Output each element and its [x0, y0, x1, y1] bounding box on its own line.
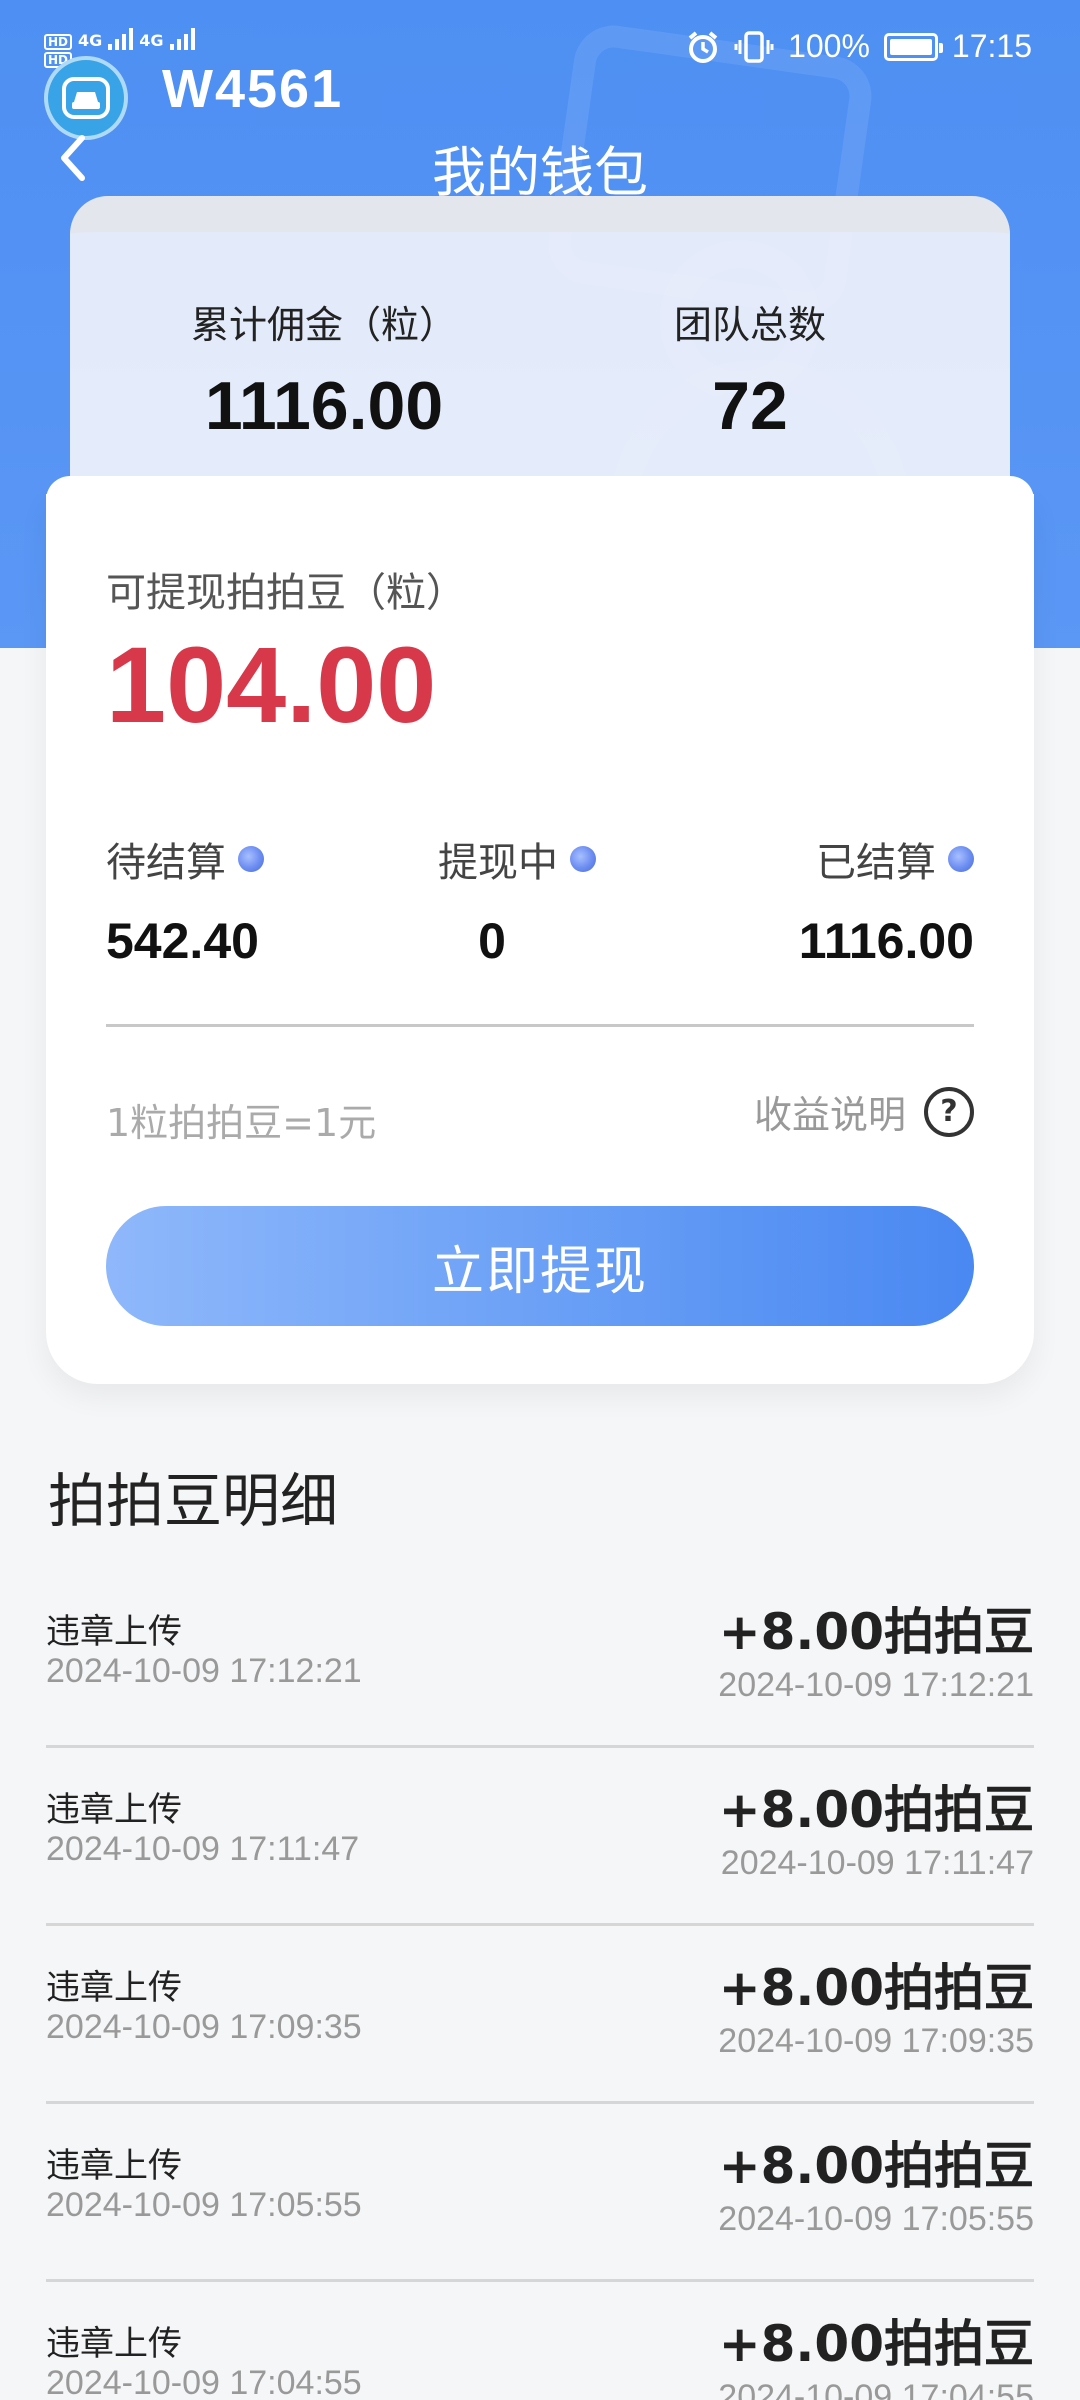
record-amount: +8.00拍拍豆	[718, 1603, 1034, 1661]
exchange-rate-text: 1粒拍拍豆=1元	[106, 1101, 377, 1145]
clock: 17:15	[951, 28, 1032, 64]
record-amount: +8.00拍拍豆	[718, 2315, 1034, 2373]
record-time: 2024-10-09 17:12:21	[46, 1652, 362, 1690]
network-type: 4G	[139, 31, 164, 50]
income-info-link[interactable]: 收益说明 ?	[754, 1084, 974, 1139]
record-type: 违章上传	[46, 1790, 182, 1830]
record-time: 2024-10-09 17:11:47	[46, 1830, 360, 1868]
record-type: 违章上传	[46, 2324, 182, 2364]
record-time-right: 2024-10-09 17:11:47	[720, 1844, 1034, 1882]
withdrawing-value: 0	[478, 913, 506, 969]
record-amount: +8.00拍拍豆	[718, 1959, 1034, 2017]
withdrawable-amount: 104.00	[106, 624, 437, 745]
record-time-right: 2024-10-09 17:12:21	[718, 1666, 1034, 1704]
pending-label: 待结算	[106, 840, 226, 886]
details-title: 拍拍豆明细	[48, 1467, 339, 1535]
license-plate: W4561	[162, 59, 344, 119]
coin-icon	[238, 846, 264, 872]
summary-card: 累计佣金（粒） 1116.00 团队总数 72	[70, 196, 1010, 496]
record-time: 2024-10-09 17:09:35	[46, 2008, 362, 2046]
list-item[interactable]: 违章上传 2024-10-09 17:05:55 +8.00拍拍豆 2024-1…	[46, 2104, 1034, 2282]
status-right: 100% 17:15	[686, 28, 1032, 65]
record-time: 2024-10-09 17:04:55	[46, 2364, 362, 2400]
income-info-label: 收益说明	[753, 1093, 906, 1137]
withdraw-button[interactable]: 立即提现	[106, 1206, 974, 1326]
team-total-label: 团队总数	[673, 303, 826, 347]
pending-settlement: 待结算 542.40	[106, 830, 264, 970]
list-item[interactable]: 违章上传 2024-10-09 17:11:47 +8.00拍拍豆 2024-1…	[46, 1748, 1034, 1926]
list-item[interactable]: 违章上传 2024-10-09 17:12:21 +8.00拍拍豆 2024-1…	[46, 1570, 1034, 1748]
list-item[interactable]: 违章上传 2024-10-09 17:04:55 +8.00拍拍豆 2024-1…	[46, 2282, 1034, 2400]
divider	[106, 1024, 974, 1027]
record-time-right: 2024-10-09 17:09:35	[718, 2022, 1034, 2060]
vibrate-icon	[734, 30, 774, 63]
network-type: 4G	[78, 31, 103, 50]
settled-value: 1116.00	[798, 913, 974, 969]
battery-percent: 100%	[788, 28, 870, 64]
record-type: 违章上传	[46, 1612, 182, 1652]
wallet-card: 可提现拍拍豆（粒） 104.00 待结算 542.40 提现中 0 已结算 11…	[46, 476, 1034, 1384]
withdrawing-label: 提现中	[438, 840, 558, 886]
withdrawable-label: 可提现拍拍豆（粒）	[106, 570, 466, 616]
record-amount: +8.00拍拍豆	[718, 2137, 1034, 2195]
total-commission: 累计佣金（粒） 1116.00	[174, 294, 474, 445]
record-type: 违章上传	[46, 2146, 182, 2186]
team-total-value: 72	[712, 368, 788, 444]
list-item[interactable]: 违章上传 2024-10-09 17:09:35 +8.00拍拍豆 2024-1…	[46, 1926, 1034, 2104]
total-commission-value: 1116.00	[204, 368, 444, 444]
question-icon[interactable]: ?	[924, 1086, 974, 1137]
team-total: 团队总数 72	[640, 294, 860, 445]
coin-icon	[570, 846, 596, 872]
pending-value: 542.40	[106, 913, 259, 969]
record-type: 违章上传	[46, 1968, 182, 2008]
total-commission-label: 累计佣金（粒）	[190, 303, 457, 347]
withdrawing: 提现中 0	[438, 830, 596, 970]
coin-icon	[948, 846, 974, 872]
settled-label: 已结算	[816, 840, 936, 886]
signal-icon	[108, 26, 134, 50]
records-list: 违章上传 2024-10-09 17:12:21 +8.00拍拍豆 2024-1…	[46, 1570, 1034, 2400]
record-time-right: 2024-10-09 17:05:55	[718, 2200, 1034, 2238]
record-time: 2024-10-09 17:05:55	[46, 2186, 362, 2224]
settled: 已结算 1116.00	[799, 830, 974, 970]
hd-badge: HD	[44, 34, 73, 50]
alarm-icon	[688, 30, 718, 63]
battery-icon	[883, 32, 943, 61]
signal-icon	[169, 26, 195, 50]
record-time-right: 2024-10-09 17:04:55	[718, 2378, 1034, 2400]
record-amount: +8.00拍拍豆	[718, 1781, 1034, 1839]
